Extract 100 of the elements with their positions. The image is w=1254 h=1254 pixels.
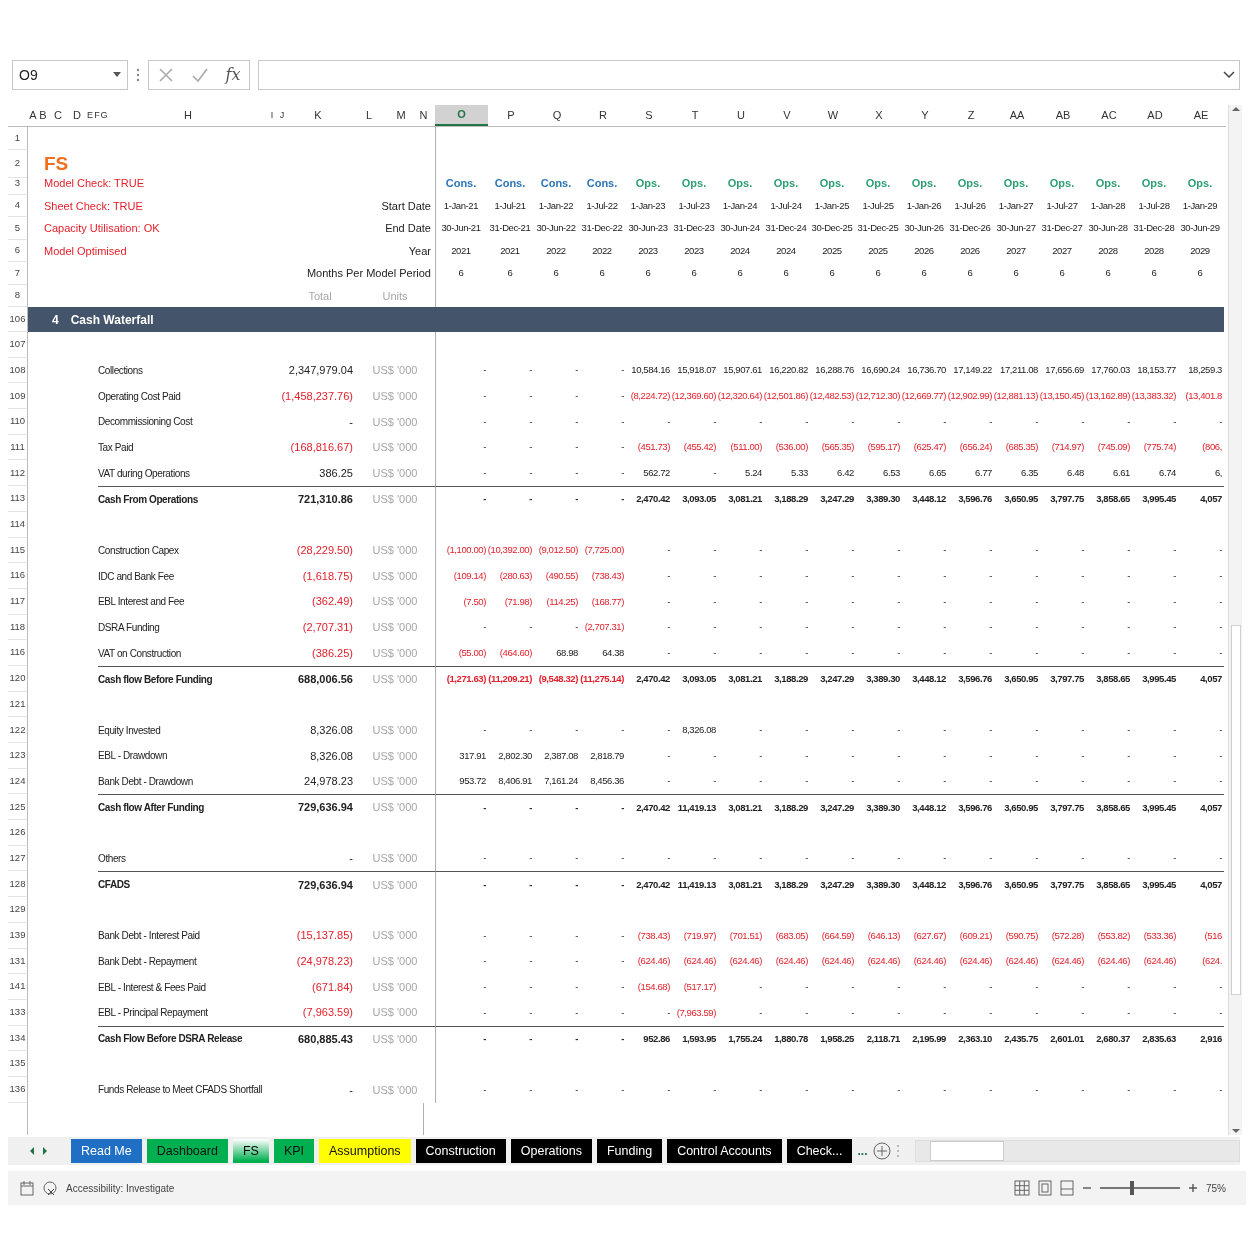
row-number[interactable]: 4 <box>8 194 28 217</box>
normal-view-icon[interactable] <box>1014 1180 1030 1196</box>
next-sheet-icon[interactable] <box>41 1146 49 1156</box>
row-number[interactable]: 114 <box>8 511 28 538</box>
row-number[interactable]: 133 <box>8 999 28 1026</box>
page-break-preview-icon[interactable] <box>1060 1180 1074 1196</box>
column-header[interactable]: E <box>86 105 94 126</box>
column-header[interactable]: R <box>580 105 626 126</box>
row-number[interactable]: 5 <box>8 217 28 240</box>
row-number[interactable]: 110 <box>8 409 28 435</box>
column-header[interactable]: F <box>94 105 100 126</box>
row-number[interactable]: 118 <box>8 614 28 641</box>
column-header[interactable]: AA <box>994 105 1040 126</box>
row-number[interactable]: 3 <box>8 172 28 195</box>
column-header[interactable]: AB <box>1040 105 1086 126</box>
zoom-in-icon[interactable] <box>1188 1183 1198 1193</box>
row-number[interactable]: 135 <box>8 1051 28 1077</box>
row-number[interactable]: 7 <box>8 262 28 285</box>
column-header[interactable]: Z <box>948 105 994 126</box>
scroll-down-icon[interactable] <box>1230 1127 1241 1135</box>
row-number[interactable]: 111 <box>8 434 28 461</box>
row-number[interactable]: 6 <box>8 239 28 262</box>
column-header[interactable]: M <box>390 105 412 126</box>
formula-input-field[interactable] <box>258 60 1240 90</box>
scrollbar-thumb[interactable] <box>1230 625 1241 995</box>
column-header[interactable]: K <box>288 105 348 126</box>
row-number[interactable]: 126 <box>8 820 28 846</box>
sheet-tab[interactable]: Operations <box>510 1139 592 1163</box>
row-number[interactable]: 131 <box>8 948 28 975</box>
name-box[interactable]: O9 <box>12 60 128 90</box>
column-header[interactable]: V <box>764 105 810 126</box>
column-header[interactable]: W <box>810 105 856 126</box>
row-number[interactable]: 116 <box>8 640 28 666</box>
row-number[interactable]: 115 <box>8 537 28 564</box>
row-number[interactable]: 125 <box>8 794 28 821</box>
column-header[interactable]: C <box>48 105 68 126</box>
column-header[interactable]: H <box>108 105 268 126</box>
add-sheet-icon[interactable] <box>872 1142 891 1160</box>
row-number[interactable]: 123 <box>8 743 28 769</box>
dropdown-caret-icon[interactable] <box>113 72 121 78</box>
column-header[interactable]: D <box>68 105 86 126</box>
row-number[interactable]: 121 <box>8 691 28 718</box>
sheet-tab[interactable]: Control Accounts <box>667 1139 782 1163</box>
sheet-statistics-icon[interactable] <box>20 1180 34 1196</box>
column-header[interactable]: L <box>348 105 390 126</box>
column-header[interactable]: S <box>626 105 672 126</box>
row-number[interactable]: 136 <box>8 1076 28 1103</box>
row-number[interactable]: 108 <box>8 357 28 384</box>
row-number[interactable]: 107 <box>8 332 28 358</box>
enter-check-icon[interactable] <box>190 67 209 83</box>
row-number[interactable]: 122 <box>8 717 28 743</box>
column-header[interactable]: I <box>268 105 276 126</box>
row-number[interactable]: 109 <box>8 383 28 410</box>
horizontal-scrollbar[interactable] <box>914 1140 1240 1162</box>
page-layout-icon[interactable] <box>1038 1180 1052 1196</box>
sheet-tab[interactable]: Read Me <box>71 1139 142 1163</box>
row-number[interactable]: 112 <box>8 460 28 487</box>
row-number[interactable]: 139 <box>8 922 28 949</box>
scrollbar-thumb[interactable] <box>929 1141 1004 1161</box>
sheet-tab[interactable]: Check... <box>786 1139 853 1163</box>
zoom-level[interactable]: 75% <box>1206 1180 1226 1196</box>
column-header[interactable]: AE <box>1178 105 1224 126</box>
sheet-tab[interactable]: Construction <box>415 1139 506 1163</box>
row-number[interactable]: 1 <box>8 127 28 150</box>
row-number[interactable]: 113 <box>8 486 28 512</box>
row-number[interactable]: 8 <box>8 284 28 307</box>
scroll-up-icon[interactable] <box>1230 105 1241 113</box>
row-number[interactable]: 128 <box>8 871 28 898</box>
row-number[interactable]: 141 <box>8 974 28 1000</box>
row-number[interactable]: 117 <box>8 588 28 615</box>
expand-chevron-icon[interactable] <box>1223 71 1235 79</box>
more-sheets-button[interactable]: ... <box>857 1142 868 1160</box>
column-header[interactable]: N <box>412 105 435 126</box>
zoom-slider-thumb[interactable] <box>1130 1181 1134 1195</box>
column-header[interactable]: B <box>38 105 48 126</box>
column-header[interactable]: Q <box>534 105 580 126</box>
column-header[interactable]: T <box>672 105 718 126</box>
row-number[interactable]: 120 <box>8 665 28 692</box>
column-header[interactable]: P <box>488 105 534 126</box>
column-header[interactable]: G <box>100 105 108 126</box>
row-number[interactable]: 124 <box>8 768 28 795</box>
splitter-icon[interactable] <box>895 1144 900 1158</box>
sheet-tab[interactable]: KPI <box>273 1139 315 1163</box>
vertical-scrollbar[interactable] <box>1228 105 1242 1135</box>
accessibility-icon[interactable] <box>42 1180 58 1196</box>
column-header[interactable]: X <box>856 105 902 126</box>
column-header[interactable]: Y <box>902 105 948 126</box>
row-number[interactable]: 129 <box>8 897 28 923</box>
column-header[interactable]: AC <box>1086 105 1132 126</box>
column-header[interactable]: J <box>276 105 288 126</box>
row-number[interactable]: 127 <box>8 845 28 872</box>
accessibility-status[interactable]: Accessibility: Investigate <box>66 1180 175 1196</box>
cancel-icon[interactable] <box>157 67 174 83</box>
row-number[interactable]: 116 <box>8 563 28 589</box>
sheet-tab[interactable]: Funding <box>596 1139 663 1163</box>
column-header[interactable]: U <box>718 105 764 126</box>
insert-function-button[interactable]: fx <box>225 63 241 87</box>
more-options-icon[interactable] <box>136 68 140 82</box>
column-header[interactable]: AD <box>1132 105 1178 126</box>
previous-sheet-icon[interactable] <box>28 1146 36 1156</box>
